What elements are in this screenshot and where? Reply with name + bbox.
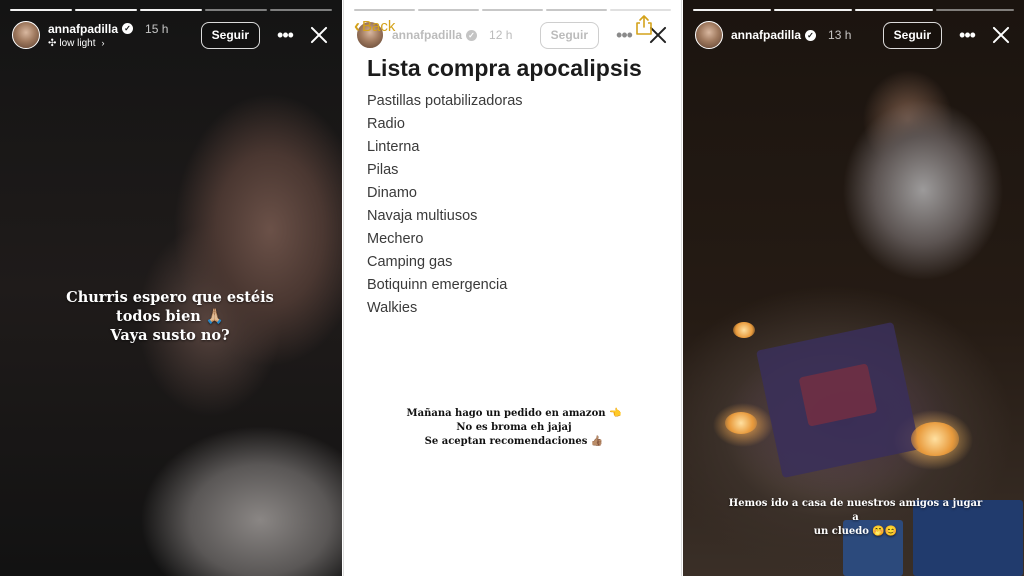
- avatar[interactable]: [12, 21, 40, 49]
- list-item: Pilas: [367, 162, 399, 178]
- more-options-icon[interactable]: •••: [272, 25, 298, 46]
- story-time: 13 h: [828, 28, 852, 42]
- music-title: low light: [59, 37, 96, 49]
- candle: [911, 422, 959, 456]
- story-header: annafpadilla ✓ 15 h ✣ low light › Seguir…: [12, 18, 330, 52]
- caption-line: Mañana hago un pedido en amazon 👈: [406, 408, 622, 419]
- story-progress-bar: [693, 9, 1014, 11]
- list-item: Navaja multiusos: [367, 208, 478, 224]
- list-item: Mechero: [367, 231, 424, 247]
- back-label: Back: [362, 18, 396, 35]
- story-time: 12 h: [489, 28, 513, 42]
- verified-badge-icon: ✓: [466, 29, 478, 41]
- story-panel-2[interactable]: ‹ Back annafpadilla ✓ 12 h Seguir ••• Li…: [343, 0, 682, 576]
- story-caption: Churris espero que estéis todos bien 🙏🏼 …: [20, 288, 320, 345]
- story-header: annafpadilla ✓ 13 h Seguir •••: [695, 18, 1012, 52]
- back-link[interactable]: ‹ Back: [354, 16, 395, 37]
- chevron-right-icon: ›: [101, 38, 105, 48]
- caption-line: un cluedo 🤭😊: [813, 526, 898, 537]
- list-item: Dinamo: [367, 185, 417, 201]
- note-title: Lista compra apocalipsis: [367, 55, 642, 81]
- username[interactable]: annafpadilla: [48, 22, 118, 36]
- share-icon[interactable]: [634, 14, 654, 36]
- close-icon[interactable]: [990, 24, 1012, 46]
- avatar[interactable]: [695, 21, 723, 49]
- follow-button[interactable]: Seguir: [200, 21, 260, 49]
- list-item: Linterna: [367, 139, 420, 155]
- story-photo: [683, 0, 1024, 576]
- list-item: Botiquinn emergencia: [367, 277, 508, 293]
- follow-button[interactable]: Seguir: [539, 21, 599, 49]
- list-item: Walkies: [367, 300, 418, 316]
- username[interactable]: annafpadilla: [731, 28, 801, 42]
- story-caption: Hemos ido a casa de nuestros amigos a ju…: [728, 497, 983, 539]
- story-progress-bar: [354, 9, 671, 11]
- candle: [725, 412, 757, 434]
- caption-line: Churris espero que estéis: [66, 289, 274, 306]
- music-attribution[interactable]: ✣ low light ›: [48, 38, 168, 49]
- verified-badge-icon: ✓: [805, 29, 817, 41]
- verified-badge-icon: ✓: [122, 23, 134, 34]
- story-header: annafpadilla ✓ 12 h Seguir •••: [356, 18, 669, 52]
- chevron-left-icon: ‹: [354, 16, 360, 36]
- close-icon[interactable]: [308, 24, 330, 46]
- caption-line: No es broma eh jajaj: [456, 422, 572, 433]
- candle: [733, 322, 755, 338]
- shopping-list: Pastillas potabilizadoras Radio Linterna…: [367, 91, 523, 321]
- story-caption: Mañana hago un pedido en amazon 👈 No es …: [374, 407, 654, 449]
- more-options-icon[interactable]: •••: [954, 25, 980, 46]
- caption-line: Se aceptan recomendaciones 👍🏽: [424, 436, 604, 447]
- story-panel-1[interactable]: annafpadilla ✓ 15 h ✣ low light › Seguir…: [0, 0, 342, 576]
- caption-line: Vaya susto no?: [110, 327, 230, 344]
- follow-button[interactable]: Seguir: [882, 21, 942, 49]
- caption-line: todos bien 🙏🏼: [116, 308, 224, 325]
- story-panel-3[interactable]: annafpadilla ✓ 13 h Seguir ••• Hemos ido…: [683, 0, 1024, 576]
- story-time: 15 h: [145, 21, 169, 36]
- list-item: Pastillas potabilizadoras: [367, 93, 523, 109]
- list-item: Radio: [367, 116, 405, 132]
- music-icon: ✣: [48, 37, 57, 49]
- username[interactable]: annafpadilla: [392, 28, 462, 42]
- caption-line: Hemos ido a casa de nuestros amigos a ju…: [728, 498, 983, 523]
- story-progress-bar: [10, 9, 332, 11]
- list-item: Camping gas: [367, 254, 453, 270]
